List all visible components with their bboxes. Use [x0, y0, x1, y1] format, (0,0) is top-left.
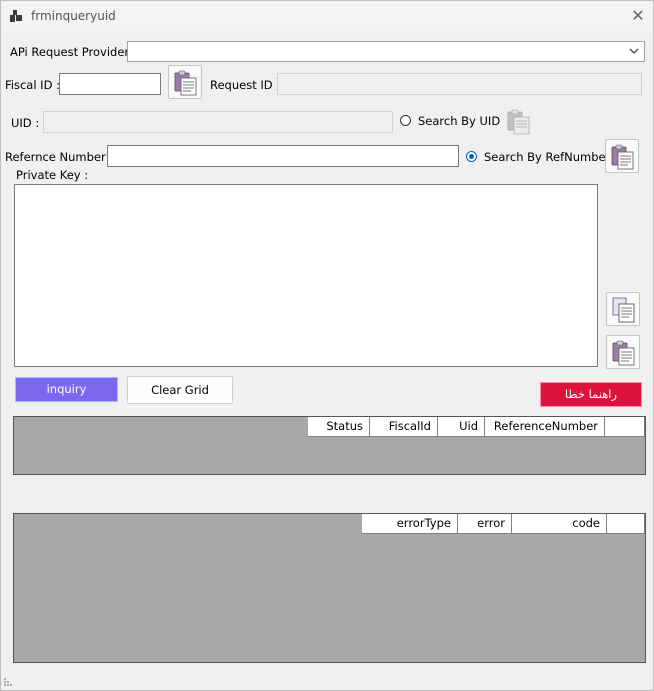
window-app-icon — [10, 10, 22, 22]
chevron-down-icon[interactable] — [628, 45, 640, 57]
paste-fiscal-id-button[interactable] — [168, 65, 202, 99]
inquiry-button[interactable]: inquiry — [15, 377, 118, 402]
clipboard-paste-icon — [611, 144, 634, 170]
api-provider-label: APi Request Provider : — [10, 45, 137, 59]
fiscal-id-input[interactable] — [59, 73, 161, 95]
column-header-error[interactable]: error — [458, 514, 512, 534]
uid-input[interactable] — [43, 111, 393, 133]
search-by-uid-label[interactable]: Search By UID — [418, 114, 500, 128]
column-header-uid[interactable]: Uid — [438, 417, 485, 437]
paste-uid-button[interactable] — [501, 104, 535, 138]
clipboard-paste-icon — [612, 340, 635, 366]
column-header-filler — [607, 514, 645, 534]
clear-grid-button[interactable]: Clear Grid — [127, 376, 233, 404]
search-by-refnumber-radio[interactable] — [466, 151, 477, 162]
size-grip-icon[interactable] — [3, 677, 13, 687]
close-icon[interactable]: ✕ — [627, 5, 649, 27]
private-key-textarea[interactable] — [14, 184, 598, 367]
copy-private-key-button[interactable] — [606, 292, 640, 326]
api-provider-select[interactable] — [127, 41, 645, 62]
error-guide-button[interactable]: راهنما خطا — [540, 382, 642, 407]
fiscal-id-label: Fiscal ID : — [5, 78, 60, 92]
results-grid[interactable]: Status FiscalId Uid ReferenceNumber — [13, 416, 646, 475]
request-id-input[interactable] — [277, 73, 642, 95]
errors-grid[interactable]: errorType error code — [13, 513, 646, 663]
uid-label: UID : — [11, 116, 40, 130]
clipboard-paste-icon — [174, 70, 197, 96]
search-by-uid-radio[interactable] — [400, 115, 411, 126]
copy-icon — [612, 297, 635, 323]
paste-private-key-button[interactable] — [606, 335, 640, 369]
private-key-label: Private Key : — [16, 168, 89, 182]
column-header-fiscalid[interactable]: FiscalId — [370, 417, 438, 437]
search-by-refnumber-label[interactable]: Search By RefNumber — [484, 150, 610, 164]
reference-number-label: Refernce Number : — [5, 150, 114, 164]
window-title: frminqueryuid — [31, 9, 116, 23]
column-header-errortype[interactable]: errorType — [362, 514, 458, 534]
form-window: frminqueryuid ✕ APi Request Provider : F… — [0, 0, 654, 691]
column-header-status[interactable]: Status — [308, 417, 370, 437]
column-header-filler — [605, 417, 645, 437]
clipboard-paste-icon — [507, 109, 530, 135]
paste-refnumber-button[interactable] — [605, 139, 639, 173]
reference-number-input[interactable] — [107, 145, 459, 167]
request-id-label: Request ID : — [210, 78, 281, 92]
column-header-referencenumber[interactable]: ReferenceNumber — [485, 417, 605, 437]
column-header-code[interactable]: code — [512, 514, 607, 534]
title-bar: frminqueryuid ✕ — [1, 1, 653, 31]
